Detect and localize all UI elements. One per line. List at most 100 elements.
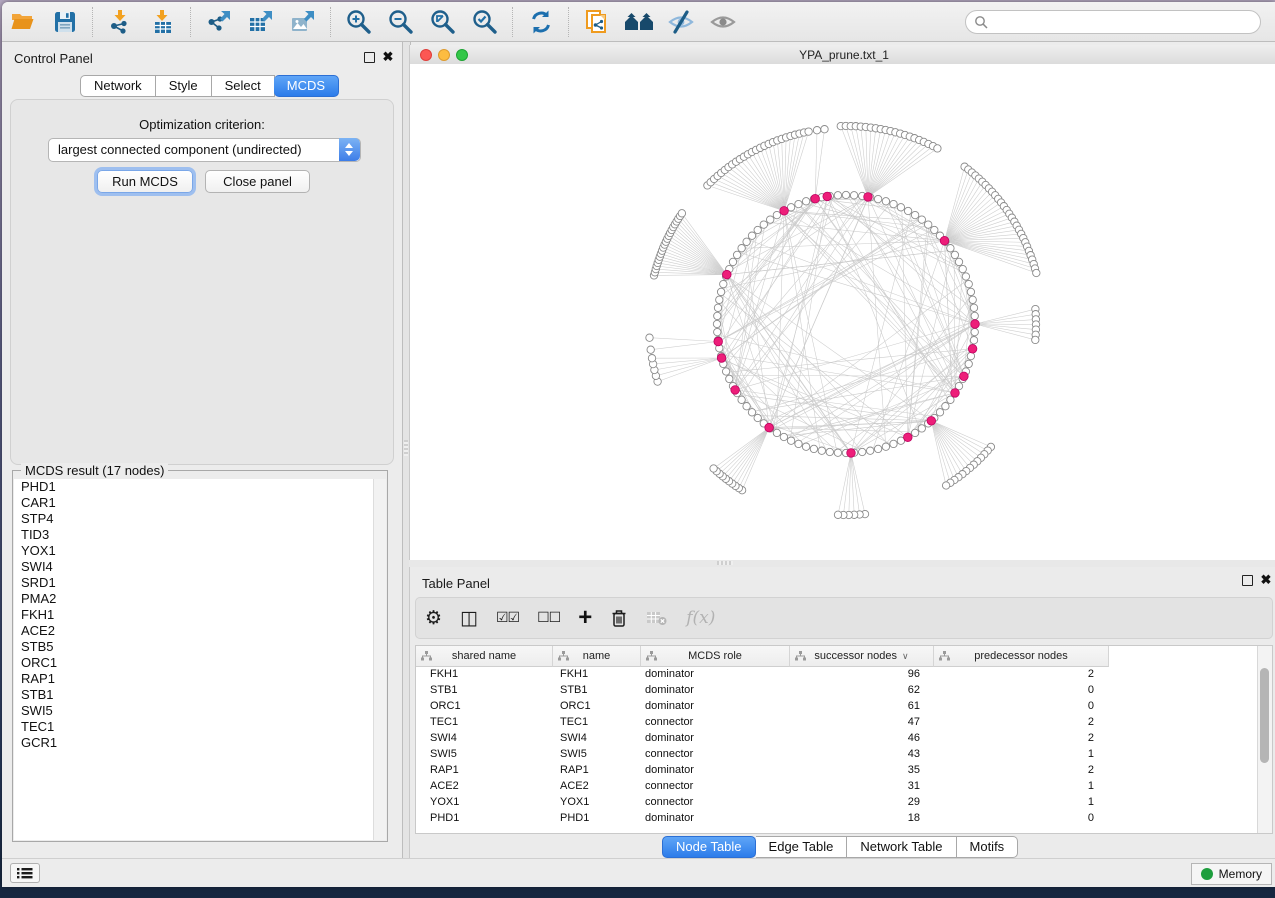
mcds-result-item[interactable]: SWI4	[14, 559, 386, 575]
function-builder-button[interactable]: f(x)	[686, 603, 715, 633]
delete-table-button[interactable]	[646, 603, 668, 633]
mcds-hub-node[interactable]	[847, 449, 856, 458]
table-cell[interactable]: 31	[787, 778, 930, 794]
optimization-criterion-select[interactable]: largest connected component (undirected)	[48, 138, 361, 162]
mcds-hub-node[interactable]	[731, 386, 740, 395]
mcds-result-item[interactable]: SRD1	[14, 575, 386, 591]
table-row[interactable]: FKH1FKH1dominator962	[416, 666, 1104, 682]
table-cell[interactable]: RAP1	[416, 762, 552, 778]
table-cell[interactable]: SWI5	[416, 746, 552, 762]
mcds-hub-node[interactable]	[765, 423, 774, 432]
add-row-button[interactable]: +	[578, 603, 592, 633]
mcds-hub-node[interactable]	[864, 193, 873, 202]
table-cell[interactable]: SWI5	[552, 746, 639, 762]
tab-network[interactable]: Network	[80, 75, 156, 97]
table-cell[interactable]: YOX1	[552, 794, 639, 810]
table-cell[interactable]: ORC1	[416, 698, 552, 714]
table-cell[interactable]: dominator	[639, 698, 787, 714]
table-row[interactable]: SWI5SWI5connector431	[416, 746, 1104, 762]
table-cell[interactable]: connector	[639, 746, 787, 762]
mcds-hub-node[interactable]	[927, 417, 936, 426]
mcds-result-item[interactable]: STP4	[14, 511, 386, 527]
table-cell[interactable]: YOX1	[416, 794, 552, 810]
table-settings-button[interactable]: ⚙	[425, 603, 442, 633]
tab-select[interactable]: Select	[212, 75, 275, 97]
horizontal-splitter[interactable]	[409, 560, 1275, 567]
table-cell[interactable]: 0	[930, 682, 1104, 698]
control-panel-close-button[interactable]: ✖	[381, 49, 395, 65]
mcds-hub-node[interactable]	[717, 354, 726, 363]
export-network-button[interactable]	[201, 5, 237, 39]
table-cell[interactable]: 29	[787, 794, 930, 810]
mcds-hub-node[interactable]	[940, 236, 949, 245]
table-cell[interactable]: connector	[639, 714, 787, 730]
run-mcds-button[interactable]: Run MCDS	[97, 170, 193, 193]
close-panel-button[interactable]: Close panel	[205, 170, 310, 193]
table-cell[interactable]: 96	[787, 666, 930, 682]
table-cell[interactable]: ACE2	[552, 778, 639, 794]
export-image-button[interactable]	[285, 5, 321, 39]
table-row[interactable]: ORC1ORC1dominator610	[416, 698, 1104, 714]
column-header-mcds-role[interactable]: MCDS role	[641, 646, 790, 667]
mcds-result-item[interactable]: CAR1	[14, 495, 386, 511]
table-cell[interactable]: 0	[930, 698, 1104, 714]
mcds-result-item[interactable]: RAP1	[14, 671, 386, 687]
mcds-result-item[interactable]: PMA2	[14, 591, 386, 607]
deselect-all-button[interactable]: ☐☐	[537, 603, 560, 633]
table-row[interactable]: RAP1RAP1dominator352	[416, 762, 1104, 778]
mcds-result-item[interactable]: STB1	[14, 687, 386, 703]
table-cell[interactable]: SWI4	[552, 730, 639, 746]
delete-row-button[interactable]	[610, 603, 628, 633]
clone-network-button[interactable]	[579, 5, 615, 39]
network-canvas[interactable]	[410, 64, 1275, 560]
task-history-button[interactable]	[10, 863, 40, 883]
column-header-predecessor-nodes[interactable]: predecessor nodes	[934, 646, 1109, 667]
tab-style[interactable]: Style	[156, 75, 212, 97]
mcds-result-scrollbar[interactable]	[373, 479, 386, 840]
table-cell[interactable]: PHD1	[552, 810, 639, 826]
mcds-result-list[interactable]: PHD1CAR1STP4TID3YOX1SWI4SRD1PMA2FKH1ACE2…	[14, 479, 386, 840]
table-cell[interactable]: 62	[787, 682, 930, 698]
table-cell[interactable]: 2	[930, 666, 1104, 682]
mcds-hub-node[interactable]	[971, 320, 980, 329]
table-cell[interactable]: ACE2	[416, 778, 552, 794]
table-row[interactable]: SWI4SWI4dominator462	[416, 730, 1104, 746]
table-cell[interactable]: dominator	[639, 682, 787, 698]
show-all-button[interactable]	[705, 5, 741, 39]
mcds-hub-node[interactable]	[968, 345, 977, 354]
mcds-hub-node[interactable]	[811, 194, 820, 203]
table-cell[interactable]: 2	[930, 730, 1104, 746]
table-cell[interactable]: ORC1	[552, 698, 639, 714]
table-cell[interactable]: 1	[930, 778, 1104, 794]
table-row[interactable]: PHD1PHD1dominator180	[416, 810, 1104, 826]
mcds-result-item[interactable]: SWI5	[14, 703, 386, 719]
table-row[interactable]: YOX1YOX1connector291	[416, 794, 1104, 810]
mcds-result-item[interactable]: PHD1	[14, 479, 386, 495]
zoom-fit-button[interactable]	[425, 5, 461, 39]
column-header-successor-nodes[interactable]: successor nodes∨	[790, 646, 934, 667]
table-cell[interactable]: TEC1	[416, 714, 552, 730]
control-panel-float-button[interactable]	[364, 52, 375, 63]
hide-selected-button[interactable]	[663, 5, 699, 39]
table-cell[interactable]: dominator	[639, 810, 787, 826]
mcds-result-item[interactable]: ACE2	[14, 623, 386, 639]
mcds-result-item[interactable]: STB5	[14, 639, 386, 655]
table-cell[interactable]: STB1	[552, 682, 639, 698]
table-cell[interactable]: FKH1	[552, 666, 639, 682]
table-cell[interactable]: 47	[787, 714, 930, 730]
import-table-button[interactable]	[145, 5, 181, 39]
table-cell[interactable]: RAP1	[552, 762, 639, 778]
table-cell[interactable]: connector	[639, 778, 787, 794]
table-row[interactable]: TEC1TEC1connector472	[416, 714, 1104, 730]
table-row[interactable]: ACE2ACE2connector311	[416, 778, 1104, 794]
table-cell[interactable]: 46	[787, 730, 930, 746]
table-cell[interactable]: STB1	[416, 682, 552, 698]
table-cell[interactable]: 0	[930, 810, 1104, 826]
table-cell[interactable]: SWI4	[416, 730, 552, 746]
table-cell[interactable]: connector	[639, 794, 787, 810]
table-cell[interactable]: TEC1	[552, 714, 639, 730]
tab-motifs[interactable]: Motifs	[957, 836, 1019, 858]
table-cell[interactable]: 2	[930, 762, 1104, 778]
search-input[interactable]	[993, 12, 1260, 32]
mcds-result-item[interactable]: GCR1	[14, 735, 386, 751]
